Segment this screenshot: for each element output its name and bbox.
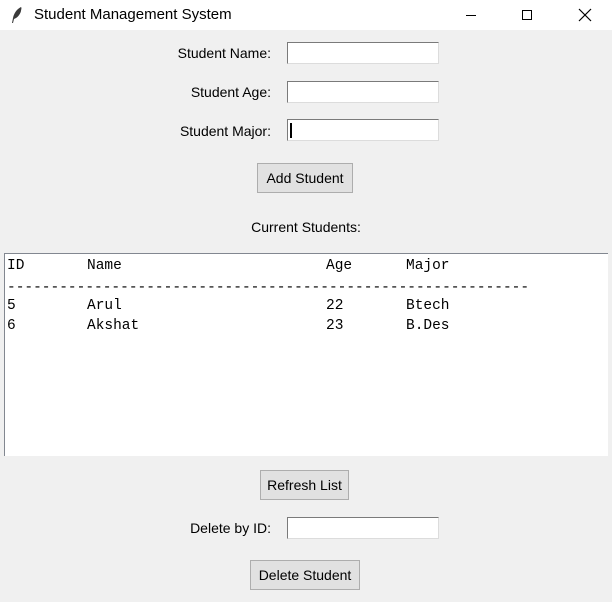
maximize-button[interactable]	[504, 0, 550, 30]
window-title: Student Management System	[34, 6, 232, 23]
row-age: 22	[326, 298, 344, 314]
header-id: ID	[7, 258, 25, 274]
delete-student-label: Delete Student	[258, 567, 352, 583]
list-separator: ----------------------------------------…	[7, 280, 530, 296]
row-major: Btech	[406, 298, 450, 314]
row-major: B.Des	[406, 318, 450, 334]
student-major-input[interactable]	[288, 120, 438, 140]
student-name-field[interactable]	[287, 42, 439, 64]
add-student-label: Add Student	[266, 170, 344, 186]
current-students-title: Current Students:	[251, 219, 361, 235]
row-name: Akshat	[87, 318, 140, 334]
delete-id-input[interactable]	[288, 518, 438, 538]
minimize-icon	[466, 15, 476, 16]
feather-icon	[12, 7, 22, 23]
list-item[interactable]: 5 Arul 22 Btech	[5, 296, 605, 316]
row-name: Arul	[87, 298, 122, 314]
refresh-list-button[interactable]: Refresh List	[260, 470, 349, 500]
delete-by-id-label: Delete by ID:	[190, 520, 271, 536]
student-major-field[interactable]	[287, 119, 439, 141]
student-name-label: Student Name:	[177, 45, 271, 61]
row-id: 5	[7, 298, 16, 314]
add-student-button[interactable]: Add Student	[257, 163, 353, 193]
list-item[interactable]: 6 Akshat 23 B.Des	[5, 316, 605, 336]
title-bar: Student Management System	[0, 0, 612, 30]
student-name-input[interactable]	[288, 43, 438, 63]
delete-student-button[interactable]: Delete Student	[250, 560, 360, 590]
delete-id-field[interactable]	[287, 517, 439, 539]
row-age: 23	[326, 318, 344, 334]
student-major-label: Student Major:	[179, 123, 271, 139]
student-age-field[interactable]	[287, 81, 439, 103]
minimize-button[interactable]	[448, 0, 494, 30]
student-age-input[interactable]	[288, 82, 438, 102]
list-header: ID Name Age Major	[5, 256, 605, 276]
row-id: 6	[7, 318, 16, 334]
close-button[interactable]	[562, 0, 608, 30]
students-listbox[interactable]: ID Name Age Major ----------------------…	[4, 253, 608, 456]
text-caret	[290, 123, 292, 138]
close-icon	[578, 8, 592, 22]
refresh-list-label: Refresh List	[267, 477, 342, 493]
maximize-icon	[522, 10, 532, 20]
header-major: Major	[406, 258, 450, 274]
header-name: Name	[87, 258, 122, 274]
header-age: Age	[326, 258, 353, 274]
student-age-label: Student Age:	[190, 84, 271, 100]
